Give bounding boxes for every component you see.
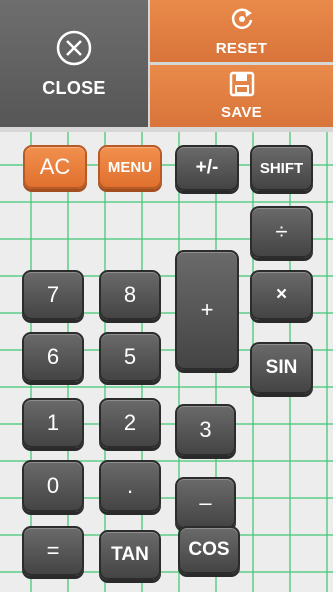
save-button[interactable]: SAVE	[150, 65, 333, 127]
two-key[interactable]: 2	[99, 398, 161, 448]
dot-key[interactable]: .	[99, 460, 161, 512]
one-key[interactable]: 1	[22, 398, 84, 448]
top-panel: CLOSE RESET SAVE	[0, 0, 333, 132]
eight-key[interactable]: 8	[99, 270, 161, 320]
close-label: CLOSE	[42, 77, 106, 98]
multiply-key[interactable]: ×	[250, 270, 313, 320]
minus-key[interactable]: –	[175, 477, 236, 529]
floppy-disk-icon	[229, 71, 255, 102]
three-key[interactable]: 3	[175, 404, 236, 456]
reset-icon	[228, 5, 256, 38]
cos-key[interactable]: COS	[178, 526, 240, 574]
equals-key[interactable]: =	[22, 526, 84, 576]
save-label: SAVE	[221, 104, 262, 121]
plus-key[interactable]: +	[175, 250, 239, 370]
six-key[interactable]: 6	[22, 332, 84, 382]
reset-label: RESET	[215, 40, 268, 57]
five-key[interactable]: 5	[99, 332, 161, 382]
seven-key[interactable]: 7	[22, 270, 84, 320]
keypad-grid: AC MENU +/- SHIFT ÷ 7 8 + × 6 5 SIN 1 2 …	[0, 132, 333, 592]
shift-key[interactable]: SHIFT	[250, 145, 313, 191]
menu-key[interactable]: MENU	[98, 145, 162, 189]
ac-key[interactable]: AC	[23, 145, 87, 189]
close-button[interactable]: CLOSE	[0, 0, 148, 127]
plus-minus-key[interactable]: +/-	[175, 145, 239, 191]
divide-key[interactable]: ÷	[250, 206, 313, 258]
sin-key[interactable]: SIN	[250, 342, 313, 394]
close-circle-icon	[55, 29, 93, 72]
tan-key[interactable]: TAN	[99, 530, 161, 580]
zero-key[interactable]: 0	[22, 460, 84, 512]
reset-button[interactable]: RESET	[150, 0, 333, 62]
